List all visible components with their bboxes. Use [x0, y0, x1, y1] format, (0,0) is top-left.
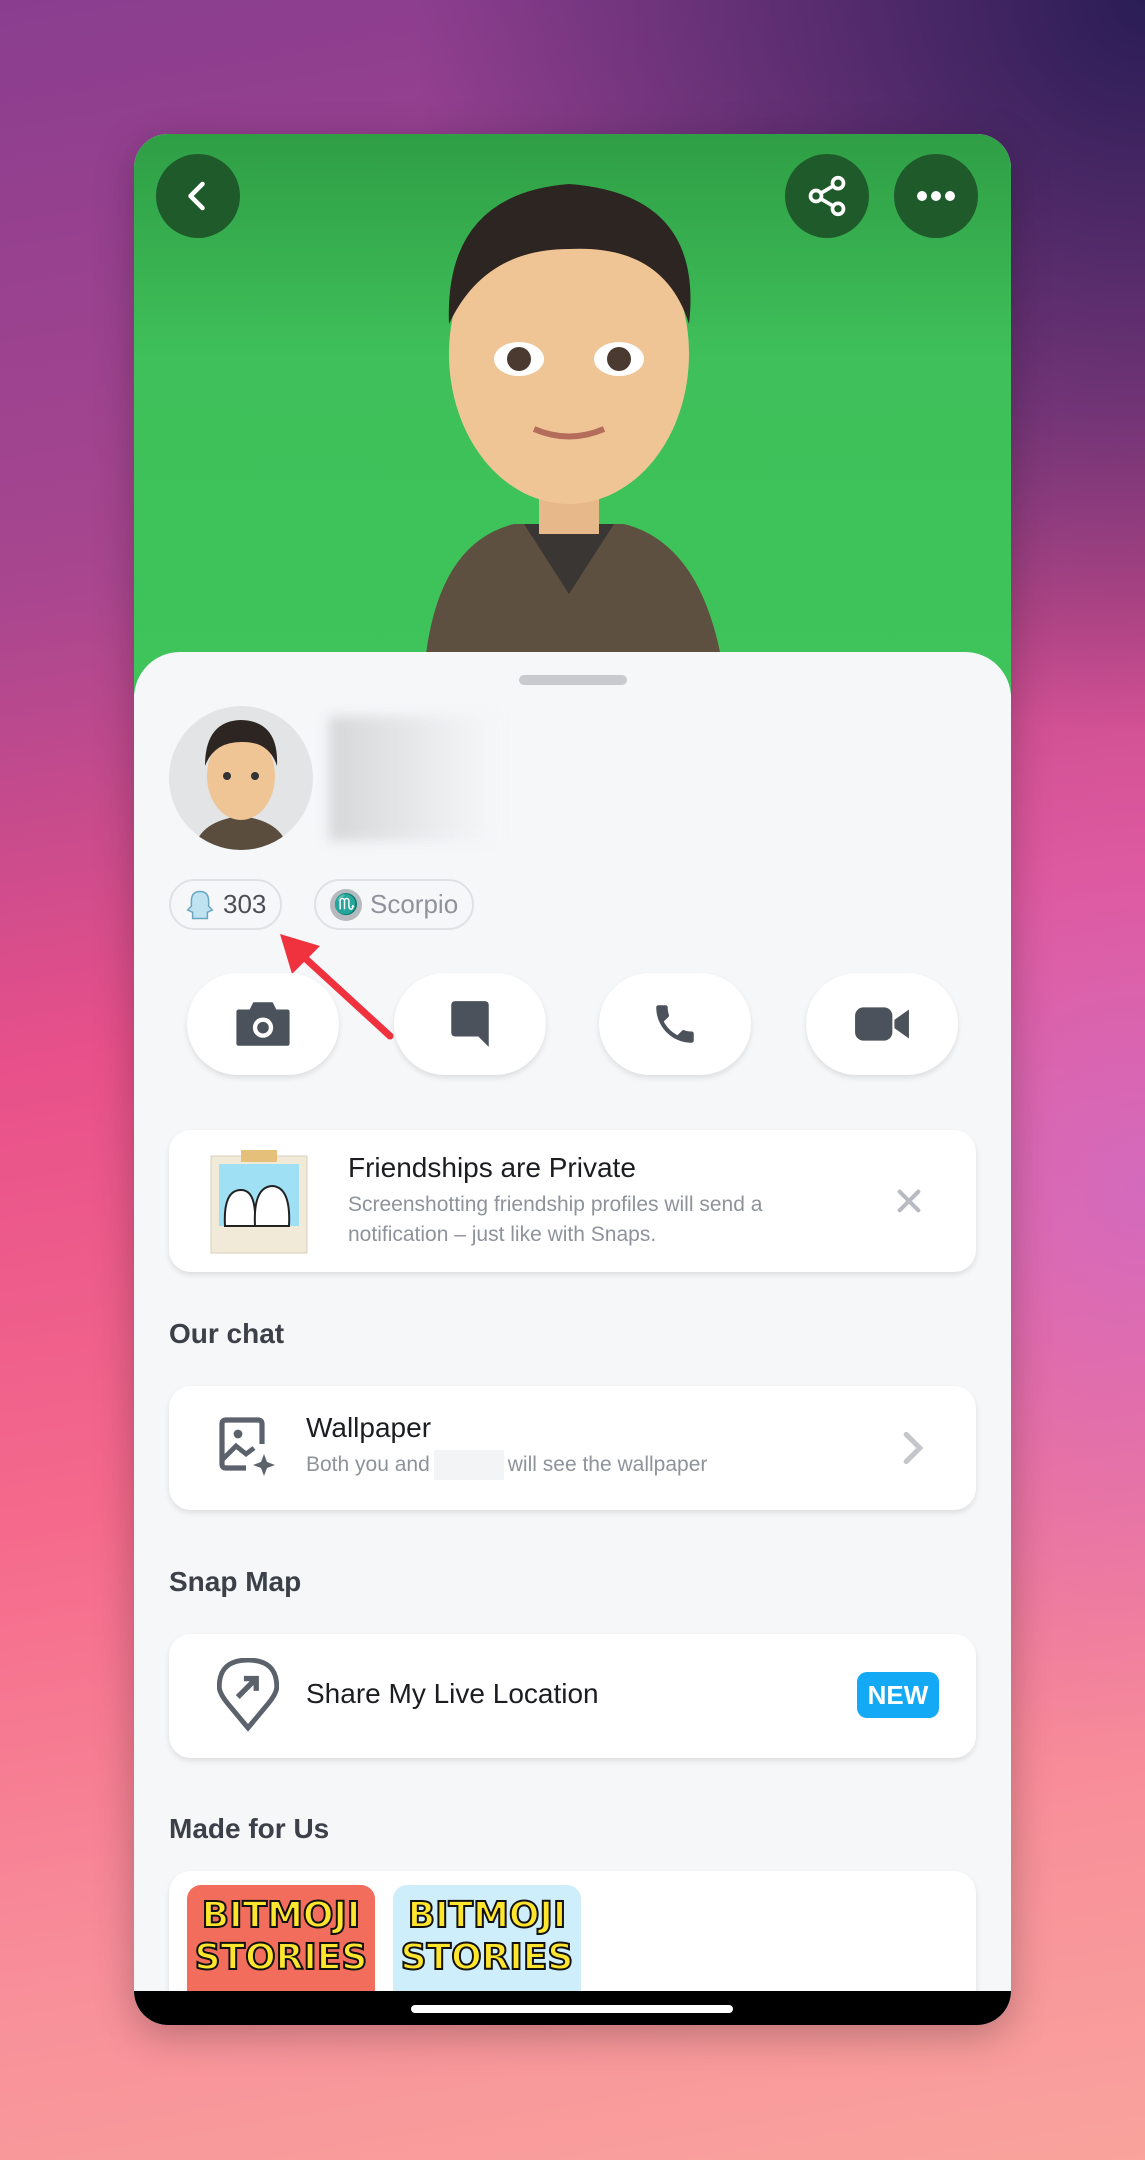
- phone-icon: [656, 1005, 694, 1043]
- tile-line2: STORIES: [194, 1936, 369, 1979]
- wallpaper-title: Wallpaper: [306, 1412, 432, 1443]
- chat-icon: [451, 1001, 489, 1047]
- wallpaper-row[interactable]: Wallpaper Both you and will see the wall…: [169, 1386, 976, 1510]
- more-horizontal-icon: [917, 191, 955, 201]
- ghost-icon: [186, 890, 214, 919]
- bitmoji-stories-tile[interactable]: BITMOJI STORIES: [393, 1885, 581, 1991]
- tile-line1: BITMOJI: [407, 1894, 568, 1937]
- video-camera-icon: [855, 1007, 909, 1041]
- friendship-privacy-notice: Friendships are Private Screenshotting f…: [169, 1130, 976, 1272]
- snap-map-heading: Snap Map: [169, 1566, 302, 1597]
- profile-sheet: 303 ♏ Scorpio Friendships are Private Sc…: [134, 652, 1011, 2025]
- wallpaper-icon: [219, 1417, 275, 1476]
- camera-icon: [236, 1002, 290, 1046]
- snapscore-value: 303: [223, 889, 267, 919]
- zodiac-icon: ♏: [330, 888, 362, 921]
- bitmoji-hero: [134, 134, 1011, 694]
- made-for-us-heading: Made for Us: [169, 1813, 330, 1844]
- redacted-friend-name: [433, 1450, 504, 1480]
- drag-handle[interactable]: [519, 675, 627, 685]
- phone-screen: 303 ♏ Scorpio Friendships are Private Sc…: [134, 134, 1011, 2025]
- share-icon: [808, 175, 846, 217]
- redacted-name: [329, 716, 496, 841]
- back-button[interactable]: [156, 154, 240, 238]
- wallpaper-subtitle: Both you and will see the wallpaper: [306, 1450, 707, 1480]
- video-call-button[interactable]: [806, 973, 958, 1075]
- home-bar: [134, 1991, 1011, 2025]
- share-button[interactable]: [785, 154, 869, 238]
- chevron-left-icon: [188, 181, 205, 211]
- share-live-location-row[interactable]: Share My Live Location NEW: [169, 1634, 976, 1758]
- tile-line2: STORIES: [400, 1936, 575, 1979]
- avatar[interactable]: [169, 706, 313, 850]
- our-chat-heading: Our chat: [169, 1318, 285, 1349]
- zodiac-chip[interactable]: ♏ Scorpio: [314, 879, 475, 930]
- share-location-label: Share My Live Location: [306, 1678, 599, 1709]
- bitmoji-image: [424, 184, 724, 674]
- notice-title: Friendships are Private: [348, 1152, 636, 1183]
- avatar-bitmoji: [194, 720, 288, 850]
- zodiac-label: Scorpio: [370, 889, 459, 919]
- call-button[interactable]: [599, 973, 751, 1075]
- close-icon[interactable]: [895, 1187, 923, 1215]
- bitmoji-stories-tile[interactable]: BITMOJI STORIES: [187, 1885, 375, 1991]
- location-share-icon: [217, 1658, 279, 1732]
- more-button[interactable]: [894, 154, 978, 238]
- wallpaper-sub-before: Both you and: [306, 1453, 430, 1476]
- snapscore-chip[interactable]: 303: [169, 879, 283, 930]
- friends-polaroid-illustration: [210, 1150, 308, 1254]
- chat-button[interactable]: [394, 973, 546, 1075]
- wallpaper-sub-after: will see the wallpaper: [507, 1453, 708, 1476]
- notice-body-line2: notification – just like with Snaps.: [348, 1223, 657, 1246]
- home-indicator[interactable]: [411, 2005, 733, 2013]
- camera-button[interactable]: [187, 973, 339, 1075]
- tile-line1: BITMOJI: [201, 1894, 362, 1937]
- chevron-right-icon: [903, 1431, 924, 1465]
- notice-body-line1: Screenshotting friendship profiles will …: [348, 1193, 763, 1216]
- new-badge: NEW: [857, 1672, 939, 1718]
